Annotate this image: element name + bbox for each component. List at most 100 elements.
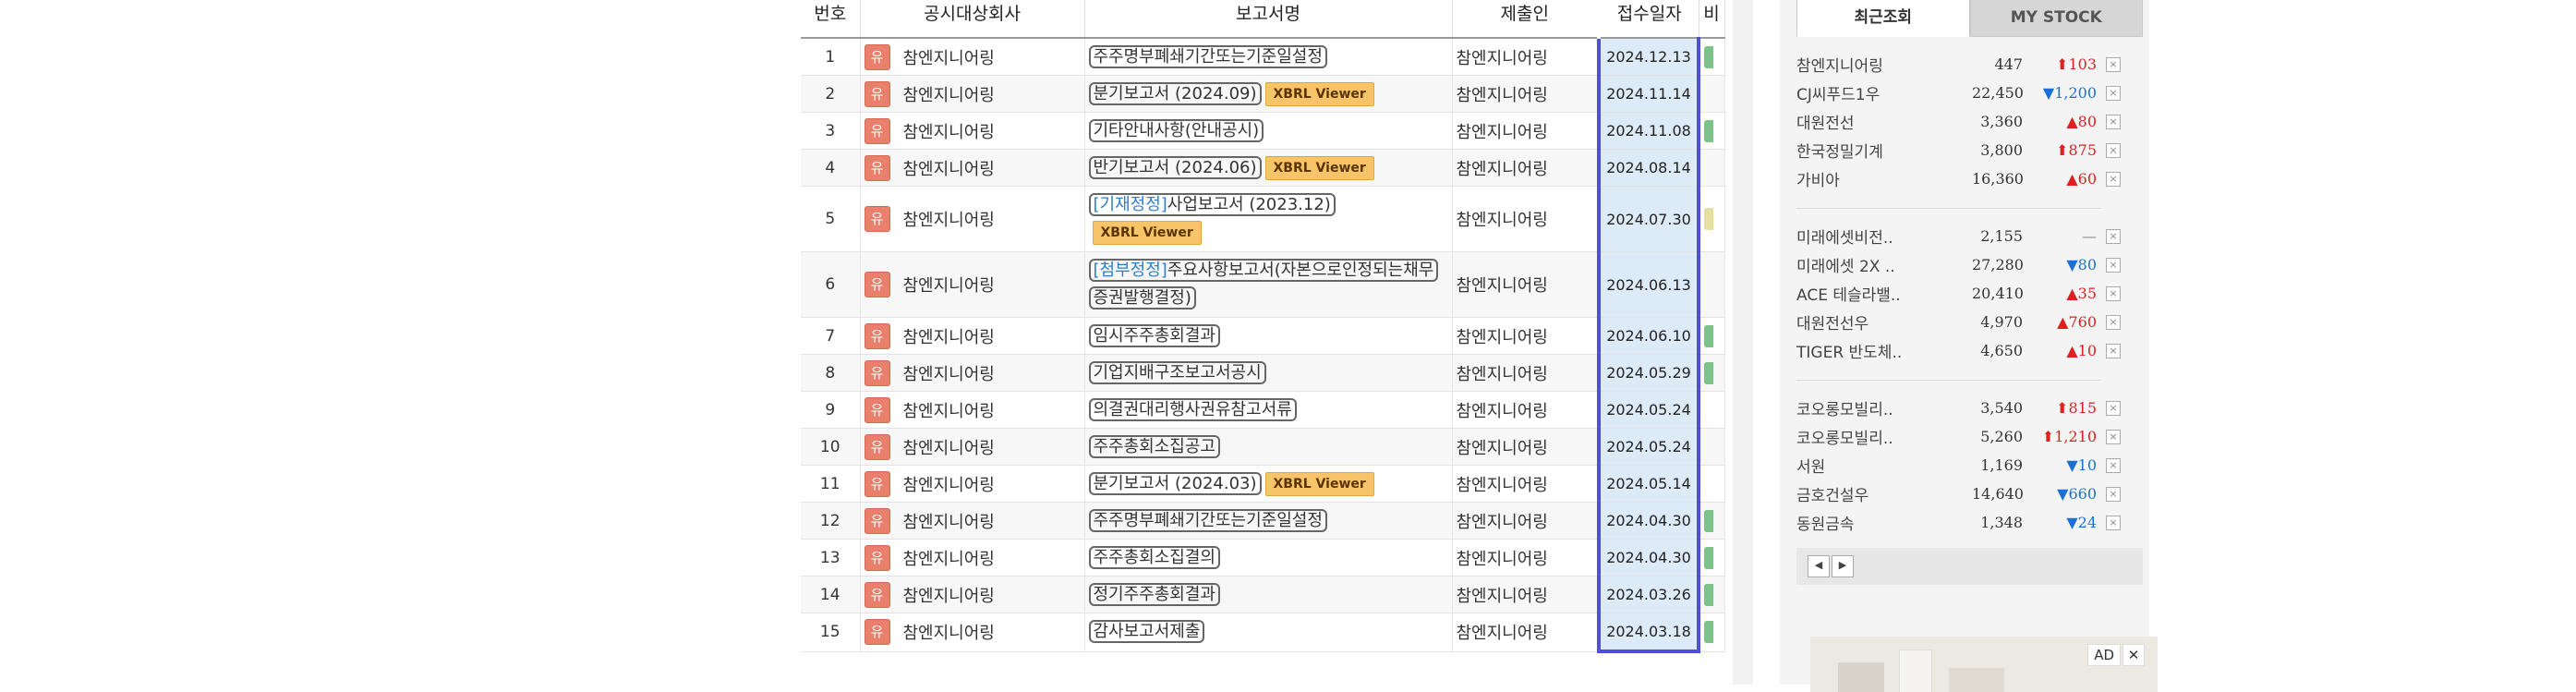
change-value: 1,200 — [2054, 84, 2097, 102]
tab-recent[interactable]: 최근조회 — [1796, 0, 1970, 37]
recent-stocks-panel: 최근조회 MY STOCK 참엔지니어링 447 ⬆103 × CJ씨푸드1우 22,45… — [1796, 0, 2143, 585]
stock-name[interactable]: 금호건설우 — [1796, 482, 1972, 505]
remove-icon[interactable]: × — [2106, 314, 2121, 330]
submitter-cell: 참엔지니어링 — [1452, 576, 1600, 613]
stock-name[interactable]: TIGER 반도체.. — [1796, 339, 1972, 362]
next-page-button[interactable]: ▶ — [1832, 555, 1854, 577]
report-link[interactable]: 기타안내사항(안내공시) — [1088, 118, 1264, 142]
report-link[interactable]: 의결권대리행사권유참고서류 — [1088, 397, 1297, 421]
ad-close-icon[interactable]: ✕ — [2122, 644, 2145, 666]
company-link[interactable]: 참엔지니어링 — [903, 160, 995, 179]
remove-icon[interactable]: × — [2106, 285, 2121, 301]
report-link[interactable]: 감사보고서제출 — [1088, 620, 1205, 644]
report-link[interactable]: [첨부정정]주요사항보고서(자본으로인정되는채무증권발행결정) — [1088, 259, 1439, 310]
remove-icon[interactable]: × — [2106, 56, 2121, 72]
company-link[interactable]: 참엔지니어링 — [903, 476, 995, 495]
report-link[interactable]: 기업지배구조보고서공시 — [1088, 360, 1266, 384]
report-link[interactable]: 정기주주총회결과 — [1088, 582, 1220, 606]
report-title: 주주명부폐쇄기간또는기준일설정 — [1093, 510, 1323, 530]
stock-name[interactable]: 미래에셋 2X .. — [1796, 253, 1972, 276]
change-arrow-icon: ⬆ — [2056, 55, 2069, 73]
company-link[interactable]: 참엔지니어링 — [903, 123, 995, 142]
stock-name[interactable]: 대원전선 — [1796, 110, 1972, 133]
xbrl-viewer-button[interactable]: XBRL Viewer — [1264, 155, 1374, 180]
report-cell: [첨부정정]주요사항보고서(자본으로인정되는채무증권발행결정) — [1084, 251, 1453, 318]
remove-icon[interactable]: × — [2106, 486, 2121, 502]
stock-name[interactable]: 대원전선우 — [1796, 310, 1972, 334]
date-cell: 2024.06.10 — [1597, 317, 1700, 355]
col-header-submitter[interactable]: 제출인 — [1452, 0, 1600, 39]
stock-name[interactable]: 미래에셋비전.. — [1796, 225, 1972, 248]
company-link[interactable]: 참엔지니어링 — [903, 587, 995, 606]
stock-name[interactable]: 코오롱모빌리.. — [1796, 425, 1972, 448]
stock-row: 가비아 16,360 ▲60 × — [1796, 164, 2143, 193]
company-link[interactable]: 참엔지니어링 — [903, 624, 995, 643]
stock-price: 447 — [1994, 55, 2023, 73]
report-link[interactable]: 반기보고서 (2024.06) — [1088, 155, 1262, 179]
xbrl-viewer-button[interactable]: XBRL Viewer — [1264, 471, 1374, 496]
report-link[interactable]: 주주총회소집결의 — [1088, 545, 1220, 569]
report-title: 반기보고서 (2024.06) — [1093, 157, 1257, 177]
stock-name[interactable]: ACE 테슬라밸.. — [1796, 282, 1972, 305]
company-link[interactable]: 참엔지니어링 — [903, 49, 995, 68]
stock-name[interactable]: 가비아 — [1796, 167, 1972, 190]
stock-change: ▼10 — [2023, 456, 2097, 474]
remove-icon[interactable]: × — [2106, 400, 2121, 416]
date-cell: 2024.12.13 — [1597, 38, 1700, 76]
remove-icon[interactable]: × — [2106, 343, 2121, 358]
col-header-report[interactable]: 보고서명 — [1084, 0, 1453, 39]
stock-name[interactable]: 동원금속 — [1796, 511, 1972, 534]
remove-icon[interactable]: × — [2106, 114, 2121, 129]
stock-name[interactable]: 서원 — [1796, 454, 1972, 477]
remove-icon[interactable]: × — [2106, 257, 2121, 273]
col-header-no[interactable]: 번호 — [801, 0, 861, 39]
company-link[interactable]: 참엔지니어링 — [903, 439, 995, 458]
remark-cell — [1699, 613, 1725, 652]
company-link[interactable]: 참엔지니어링 — [903, 328, 995, 347]
report-link[interactable]: 주주명부폐쇄기간또는기준일설정 — [1088, 44, 1327, 68]
report-link[interactable]: 임시주주총회결과 — [1088, 323, 1220, 347]
remove-icon[interactable]: × — [2106, 85, 2121, 101]
col-header-remark[interactable]: 비 — [1699, 0, 1725, 39]
company-link[interactable]: 참엔지니어링 — [903, 211, 995, 230]
stock-change: ⬆103 — [2023, 55, 2097, 73]
stock-row: 동원금속 1,348 ▼24 × — [1796, 508, 2143, 537]
xbrl-viewer-button[interactable]: XBRL Viewer — [1092, 221, 1202, 245]
remove-icon[interactable]: × — [2106, 142, 2121, 158]
xbrl-viewer-button[interactable]: XBRL Viewer — [1264, 81, 1374, 106]
change-value: 10 — [2077, 456, 2097, 474]
report-link[interactable]: [기재정정]사업보고서 (2023.12) — [1088, 193, 1336, 216]
stock-price: 4,970 — [1980, 313, 2023, 331]
stock-name[interactable]: 한국정밀기계 — [1796, 139, 1972, 162]
remark-cell — [1699, 251, 1725, 318]
stock-name[interactable]: CJ씨푸드1우 — [1796, 81, 1972, 104]
remove-icon[interactable]: × — [2106, 171, 2121, 187]
col-header-date[interactable]: 접수일자 — [1599, 0, 1699, 39]
report-link[interactable]: 주주명부폐쇄기간또는기준일설정 — [1088, 508, 1327, 532]
col-header-company[interactable]: 공시대상회사 — [860, 0, 1085, 39]
company-link[interactable]: 참엔지니어링 — [903, 513, 995, 532]
report-link[interactable]: 분기보고서 (2024.09) — [1088, 81, 1262, 105]
company-link[interactable]: 참엔지니어링 — [903, 402, 995, 421]
company-cell: 유 참엔지니어링 — [860, 75, 1085, 113]
stock-name[interactable]: 코오롱모빌리.. — [1796, 396, 1972, 419]
market-badge: 유 — [864, 117, 890, 144]
stock-name[interactable]: 참엔지니어링 — [1796, 53, 1972, 76]
remove-icon[interactable]: × — [2106, 228, 2121, 244]
report-link[interactable]: 분기보고서 (2024.03) — [1088, 471, 1262, 495]
stock-change: ▲60 — [2023, 170, 2097, 188]
remark-badge — [1704, 119, 1713, 142]
remove-icon[interactable]: × — [2106, 515, 2121, 530]
prev-page-button[interactable]: ◀ — [1808, 555, 1830, 577]
company-link[interactable]: 참엔지니어링 — [903, 365, 995, 384]
remove-icon[interactable]: × — [2106, 429, 2121, 444]
stock-row: 미래에셋비전.. 2,155 — × — [1796, 222, 2143, 250]
company-link[interactable]: 참엔지니어링 — [903, 276, 995, 296]
ad-banner[interactable]: AD ✕ — [1810, 637, 2158, 692]
report-link[interactable]: 주주총회소집공고 — [1088, 434, 1220, 458]
tab-my-stock[interactable]: MY STOCK — [1969, 0, 2143, 37]
company-link[interactable]: 참엔지니어링 — [903, 550, 995, 569]
remove-icon[interactable]: × — [2106, 457, 2121, 473]
ad-label[interactable]: AD — [2087, 644, 2121, 666]
company-link[interactable]: 참엔지니어링 — [903, 86, 995, 105]
